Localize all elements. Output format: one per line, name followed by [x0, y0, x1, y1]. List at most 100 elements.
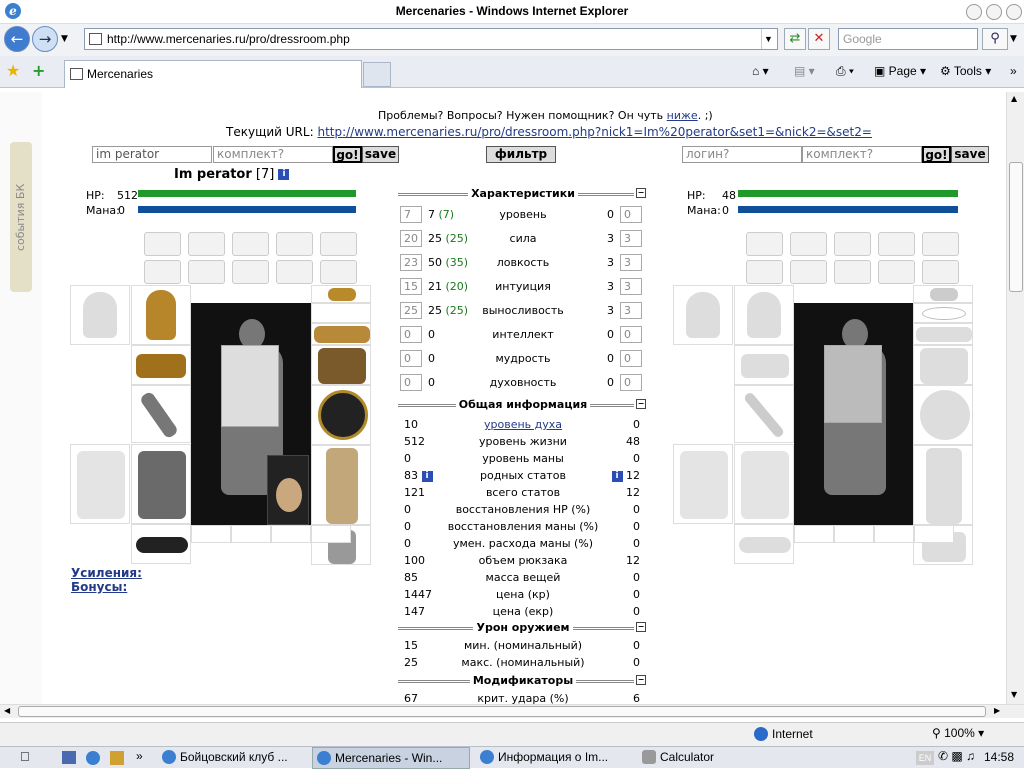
char1-earrings-slot[interactable] — [311, 285, 371, 303]
stat-right-input[interactable]: 0 — [620, 350, 642, 367]
home-icon[interactable]: ⌂ ▾ — [752, 62, 769, 80]
feeds-icon[interactable]: ▤ ▾ — [794, 62, 815, 80]
tools-menu[interactable]: ⚙ Tools ▾ — [940, 62, 991, 80]
char2-rune-slot[interactable] — [834, 525, 874, 543]
char2-rings-slot[interactable] — [913, 323, 973, 345]
task-info[interactable]: Информация о Im... — [476, 747, 632, 769]
filter-button[interactable]: фильтр — [486, 146, 556, 163]
stat-right-input[interactable]: 3 — [620, 230, 642, 247]
zoom-control[interactable]: ⚲ 100% ▾ — [932, 726, 984, 740]
vertical-scroll-thumb[interactable] — [1009, 162, 1023, 292]
scroll-right-icon[interactable]: ▶ — [994, 706, 1000, 715]
char1-scroll-slot[interactable] — [276, 232, 313, 256]
char2-gloves-slot[interactable] — [913, 345, 973, 385]
stop-icon[interactable]: ✕ — [808, 28, 830, 50]
maximize-button[interactable] — [986, 4, 1002, 20]
char2-scroll-slot[interactable] — [746, 232, 783, 256]
stat-left-input[interactable]: 23 — [400, 254, 422, 271]
char1-helmet2-slot[interactable] — [131, 285, 191, 345]
char2-pants-slot[interactable] — [913, 445, 973, 525]
char2-avatar[interactable] — [794, 303, 914, 525]
char2-bracers-slot[interactable] — [734, 345, 794, 385]
char1-scroll-slot[interactable] — [320, 232, 357, 256]
char1-rune-slot[interactable] — [191, 525, 231, 543]
char1-scroll-slot[interactable] — [188, 232, 225, 256]
left-set-input[interactable]: комплект? — [213, 146, 333, 163]
current-url-link[interactable]: http://www.mercenaries.ru/pro/dressroom.… — [317, 125, 871, 139]
char2-scroll-slot[interactable] — [834, 232, 871, 256]
char2-shield-slot[interactable] — [913, 385, 973, 445]
stat-left-input[interactable]: 0 — [400, 374, 422, 391]
stat-left-input[interactable]: 0 — [400, 326, 422, 343]
char1-scroll-slot[interactable] — [276, 260, 313, 284]
char2-rune-slot[interactable] — [914, 525, 954, 543]
more-chevron-icon[interactable]: » — [1010, 62, 1017, 80]
back-button[interactable]: ← — [4, 26, 30, 52]
char1-rings-slot[interactable] — [311, 323, 371, 345]
char2-rune-slot[interactable] — [874, 525, 914, 543]
char1-rune-slot[interactable] — [311, 525, 351, 543]
search-input[interactable]: Google — [838, 28, 978, 50]
char2-armor2-slot[interactable] — [734, 444, 794, 524]
char1-necklace-slot[interactable] — [311, 303, 371, 323]
char2-scroll-slot[interactable] — [878, 232, 915, 256]
boosts-link[interactable]: Усиления: — [71, 566, 142, 580]
right-save-button[interactable]: save — [951, 146, 989, 163]
char2-belt-slot[interactable] — [734, 524, 794, 564]
stats-collapse-icon[interactable]: − — [636, 188, 646, 198]
char2-earrings-slot[interactable] — [913, 285, 973, 303]
char2-scroll-slot[interactable] — [790, 260, 827, 284]
desktop-icon[interactable] — [62, 751, 76, 764]
char1-belt-slot[interactable] — [131, 524, 191, 564]
favorites-star-icon[interactable]: ★ — [6, 61, 20, 80]
stat-right-input[interactable]: 0 — [620, 206, 642, 223]
stat-left-input[interactable]: 7 — [400, 206, 422, 223]
char1-scroll-slot[interactable] — [144, 232, 181, 256]
horizontal-scrollbar[interactable]: ◀ ▶ — [0, 704, 1024, 718]
task-calculator[interactable]: Calculator — [638, 747, 758, 769]
char2-scroll-slot[interactable] — [922, 232, 959, 256]
char1-shield-slot[interactable] — [311, 385, 371, 445]
info-icon[interactable]: i — [421, 470, 433, 482]
apple-icon[interactable]:  — [20, 749, 30, 764]
tab-mercenaries[interactable]: Mercenaries — [64, 60, 362, 88]
help-link[interactable]: ниже — [667, 109, 698, 122]
char1-rune-slot[interactable] — [231, 525, 271, 543]
right-go-button[interactable]: go! — [922, 146, 951, 163]
vertical-scrollbar[interactable]: ▲ ▼ — [1006, 92, 1024, 704]
address-bar[interactable]: http://www.mercenaries.ru/pro/dressroom.… — [84, 28, 778, 50]
char2-weapon-slot[interactable] — [734, 385, 794, 443]
scroll-down-icon[interactable]: ▼ — [1011, 690, 1017, 699]
char2-scroll-slot[interactable] — [790, 232, 827, 256]
char1-weapon-slot[interactable] — [131, 385, 191, 443]
char1-armor-slot[interactable] — [70, 444, 130, 524]
char1-helmet-slot[interactable] — [70, 285, 130, 345]
scroll-left-icon[interactable]: ◀ — [4, 706, 10, 715]
char1-scroll-slot[interactable] — [232, 232, 269, 256]
scroll-up-icon[interactable]: ▲ — [1011, 94, 1017, 103]
char1-info-icon[interactable]: i — [278, 169, 290, 180]
char1-scroll-slot[interactable] — [188, 260, 225, 284]
search-options-icon[interactable]: ▼ — [1010, 34, 1017, 44]
stat-right-input[interactable]: 3 — [620, 278, 642, 295]
stat-right-input[interactable]: 3 — [620, 302, 642, 319]
char2-scroll-slot[interactable] — [878, 260, 915, 284]
char2-necklace-slot[interactable] — [913, 303, 973, 323]
language-indicator[interactable]: EN — [916, 751, 934, 765]
char1-scroll-slot[interactable] — [144, 260, 181, 284]
char2-scroll-slot[interactable] — [746, 260, 783, 284]
left-save-button[interactable]: save — [362, 146, 399, 163]
refresh-icon[interactable]: ⇄ — [784, 28, 806, 50]
search-icon[interactable]: ⚲ — [982, 28, 1008, 50]
history-dropdown-icon[interactable]: ▼ — [61, 34, 68, 44]
char2-helmet2-slot[interactable] — [734, 285, 794, 345]
right-login-input[interactable]: логин? — [682, 146, 802, 163]
char2-scroll-slot[interactable] — [922, 260, 959, 284]
task-mercenaries[interactable]: Mercenaries - Win... — [312, 747, 470, 769]
horizontal-scroll-thumb[interactable] — [18, 706, 986, 717]
left-go-button[interactable]: go! — [333, 146, 362, 163]
char2-helmet-slot[interactable] — [673, 285, 733, 345]
stat-right-input[interactable]: 0 — [620, 374, 642, 391]
stat-left-input[interactable]: 0 — [400, 350, 422, 367]
add-favorite-icon[interactable]: + — [32, 61, 45, 80]
